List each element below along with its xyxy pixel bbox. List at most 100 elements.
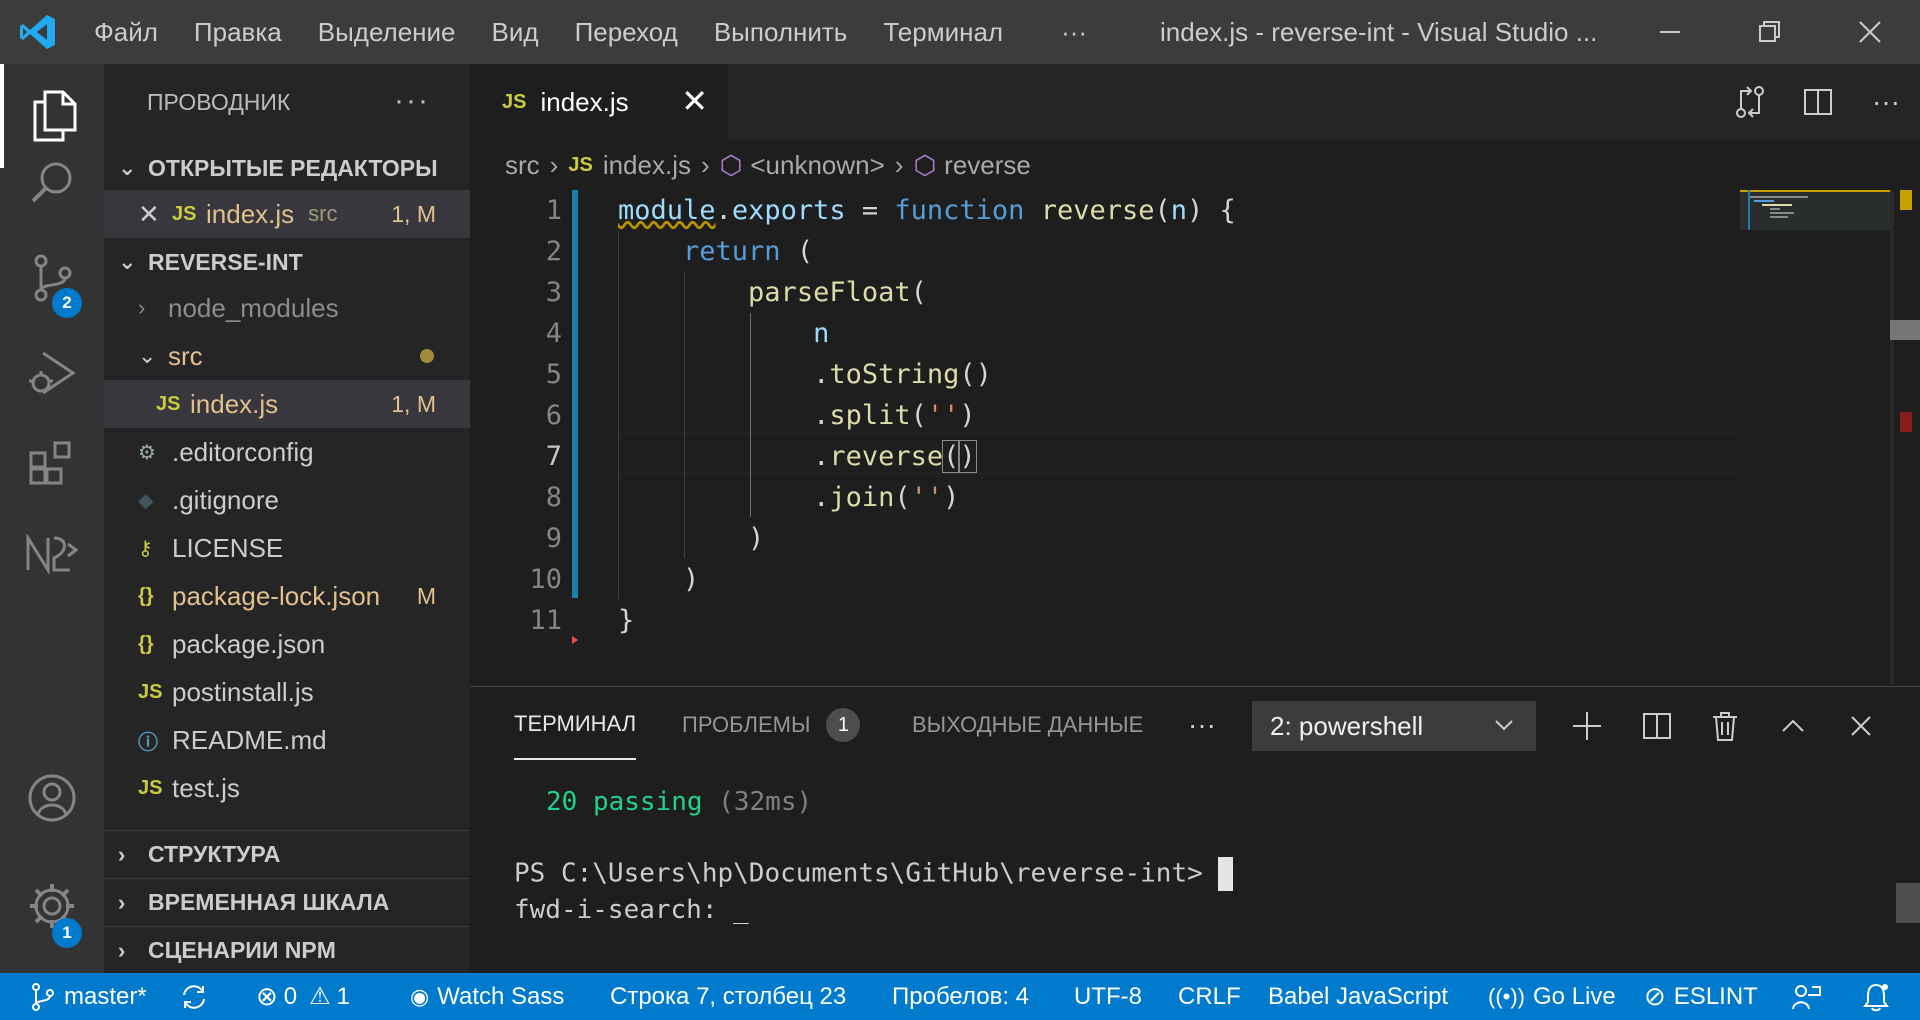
menu-edit[interactable]: Правка: [176, 17, 300, 48]
restore-button[interactable]: [1720, 0, 1820, 64]
panel-more-button[interactable]: ···: [1188, 687, 1216, 763]
split-terminal-icon[interactable]: [1632, 701, 1682, 751]
encoding-status[interactable]: UTF-8: [1074, 973, 1142, 1020]
menu-view[interactable]: Вид: [474, 17, 557, 48]
menu-file[interactable]: Файл: [76, 17, 176, 48]
title-bar: Файл Правка Выделение Вид Переход Выполн…: [0, 0, 1920, 64]
run-debug-icon[interactable]: [0, 320, 104, 424]
close-panel-icon[interactable]: [1836, 701, 1886, 751]
git-branch-icon: [32, 982, 54, 1011]
line-number: 4: [545, 318, 562, 349]
maximize-panel-icon[interactable]: [1768, 701, 1818, 751]
go-live-button[interactable]: ((•)) Go Live: [1488, 973, 1616, 1020]
minimize-button[interactable]: [1620, 0, 1720, 64]
tree-file-index-js[interactable]: JS index.js 1, M: [104, 380, 470, 428]
license-file-icon: ⚷: [138, 537, 153, 560]
problems-status[interactable]: ⊗ 0 ⚠ 1: [256, 973, 350, 1020]
open-editors-section[interactable]: ⌄ ОТКРЫТЫЕ РЕДАКТОРЫ: [104, 144, 470, 192]
breadcrumb-scope-reverse[interactable]: reverse: [944, 150, 1031, 181]
breadcrumb-scope-unknown[interactable]: <unknown>: [750, 150, 884, 181]
minimap[interactable]: [1740, 190, 1890, 685]
terminal-prompt[interactable]: PS C:\Users\hp\Documents\GitHub\reverse-…: [514, 857, 1234, 891]
code-editor[interactable]: 1 module.exports = function reverse(n) { …: [470, 190, 1920, 685]
accounts-icon[interactable]: [0, 746, 104, 850]
eol-status[interactable]: CRLF: [1178, 973, 1241, 1020]
search-icon[interactable]: [0, 130, 104, 234]
menu-run[interactable]: Выполнить: [696, 17, 866, 48]
sync-icon[interactable]: [180, 973, 208, 1020]
tree-file-postinstall[interactable]: JS postinstall.js: [104, 668, 470, 716]
editor-scrollbar[interactable]: [1890, 190, 1920, 685]
terminal-output-passing: 20 passing (32ms): [546, 787, 813, 817]
project-section[interactable]: ⌄ REVERSE-INT: [104, 238, 470, 286]
terminal-select-dropdown[interactable]: 2: powershell: [1252, 701, 1536, 751]
tree-folder-node-modules[interactable]: › node_modules: [104, 284, 470, 332]
line-number: 5: [545, 359, 562, 390]
eye-icon: ◉: [410, 983, 430, 1009]
menu-more[interactable]: ···: [1021, 17, 1105, 48]
terminal-scrollbar[interactable]: [1896, 883, 1920, 923]
section-title: СЦЕНАРИИ NPM: [148, 937, 336, 963]
tree-file-package-json[interactable]: {} package.json: [104, 620, 470, 668]
menu-go[interactable]: Переход: [557, 17, 696, 48]
tab-problems[interactable]: ПРОБЛЕМЫ 1: [682, 687, 861, 763]
source-control-icon[interactable]: 2: [0, 226, 104, 330]
tree-file-readme[interactable]: ⓘ README.md: [104, 716, 470, 764]
tree-file-gitignore[interactable]: ◆ .gitignore: [104, 476, 470, 524]
tab-index-js[interactable]: JS index.js ✕: [470, 64, 728, 140]
nx-console-icon[interactable]: [0, 502, 104, 606]
tree-label: package-lock.json: [172, 580, 381, 611]
tree-file-editorconfig[interactable]: ⚙ .editorconfig: [104, 428, 470, 476]
tab-terminal[interactable]: ТЕРМИНАЛ: [514, 690, 637, 760]
new-terminal-icon[interactable]: [1562, 701, 1612, 751]
tab-output[interactable]: ВЫХОДНЫЕ ДАННЫЕ: [912, 687, 1143, 763]
close-window-button[interactable]: [1820, 0, 1920, 64]
code-line: ): [618, 564, 700, 595]
line-number: 2: [545, 236, 562, 267]
tree-file-package-lock[interactable]: {} package-lock.json M: [104, 572, 470, 620]
scm-badge: 2: [52, 288, 82, 318]
breadcrumb: src › JS index.js › ⬡ <unknown> › ⬡ reve…: [470, 140, 1920, 190]
breadcrumb-file[interactable]: index.js: [603, 150, 691, 181]
eslint-status[interactable]: ⊘ ESLINT: [1644, 973, 1758, 1020]
indentation-status[interactable]: Пробелов: 4: [892, 973, 1029, 1020]
menu-selection[interactable]: Выделение: [300, 17, 474, 48]
js-file-icon: JS: [502, 90, 527, 113]
settings-gear-icon[interactable]: 1: [0, 854, 104, 958]
close-icon[interactable]: ✕: [138, 199, 172, 230]
tree-folder-src[interactable]: ⌄ src: [104, 332, 470, 380]
close-tab-icon[interactable]: ✕: [681, 82, 708, 120]
feedback-icon[interactable]: [1792, 973, 1822, 1020]
prohibited-icon: ⊘: [1644, 981, 1666, 1011]
git-file-icon: ◆: [138, 489, 154, 512]
extensions-icon[interactable]: [0, 410, 104, 514]
explorer-more-button[interactable]: ···: [394, 84, 430, 118]
chevron-down-icon: ⌄: [118, 249, 137, 274]
open-editor-item[interactable]: ✕ JS index.js src 1, M: [104, 190, 470, 238]
breadcrumb-folder[interactable]: src: [505, 150, 540, 181]
npm-scripts-section[interactable]: › СЦЕНАРИИ NPM: [104, 926, 470, 974]
js-file-icon: JS: [156, 392, 181, 415]
cursor-position[interactable]: Строка 7, столбец 23: [610, 973, 846, 1020]
split-editor-icon[interactable]: [1784, 64, 1852, 140]
modified-dot-icon: [420, 349, 434, 363]
js-file-icon: JS: [172, 202, 197, 225]
outline-section[interactable]: › СТРУКТУРА: [104, 830, 470, 878]
menu-terminal[interactable]: Терминал: [865, 17, 1021, 48]
tree-label: LICENSE: [172, 532, 284, 563]
tree-file-test-js[interactable]: JS test.js: [104, 764, 470, 812]
chevron-right-icon: ›: [118, 937, 126, 963]
branch-status[interactable]: master*: [30, 973, 147, 1020]
bottom-panel: ТЕРМИНАЛ ПРОБЛЕМЫ 1 ВЫХОДНЫЕ ДАННЫЕ ··· …: [470, 686, 1920, 973]
trash-icon[interactable]: [1700, 701, 1750, 751]
notifications-bell-icon[interactable]: [1862, 973, 1890, 1020]
js-file-icon: JS: [138, 776, 163, 799]
line-number: 3: [545, 277, 562, 308]
open-changes-icon[interactable]: [1716, 64, 1784, 140]
watch-sass-button[interactable]: ◉ Watch Sass: [410, 973, 564, 1020]
more-actions-icon[interactable]: ···: [1852, 64, 1920, 140]
timeline-section[interactable]: › ВРЕМЕННАЯ ШКАЛА: [104, 878, 470, 926]
chevron-down-icon: ⌄: [118, 155, 137, 180]
language-mode[interactable]: Babel JavaScript: [1268, 973, 1448, 1020]
tree-file-license[interactable]: ⚷ LICENSE: [104, 524, 470, 572]
